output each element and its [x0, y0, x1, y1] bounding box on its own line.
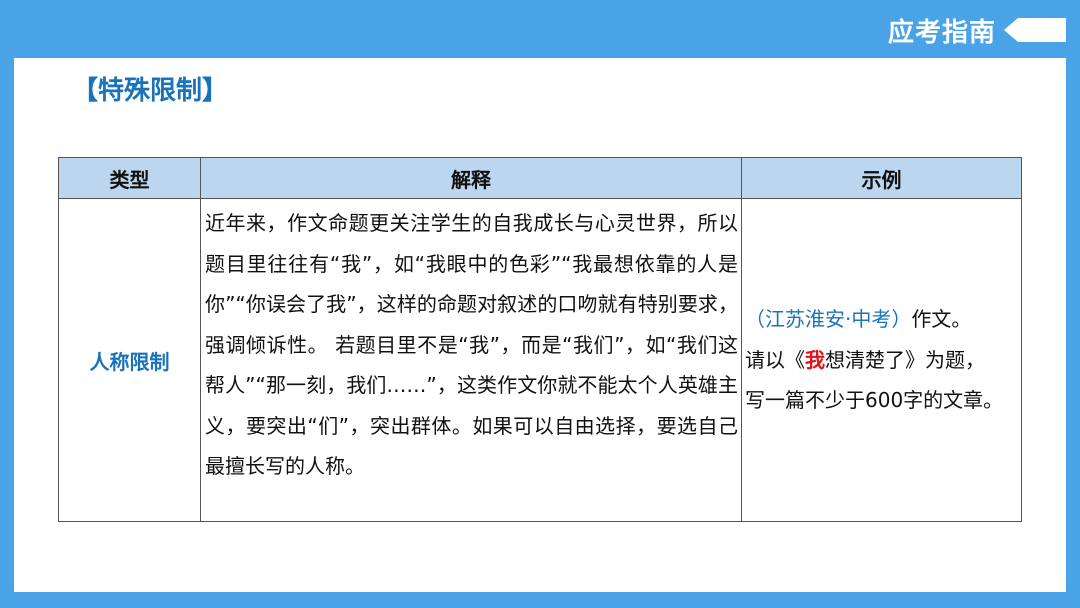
example-line-2: 请以《我想清楚了》为题，	[745, 340, 1019, 381]
example-line1-rest: 作文。	[911, 307, 972, 332]
example-line2-prefix: 请以《	[745, 347, 805, 372]
example-source: （江苏淮安·中考）	[745, 307, 912, 332]
header-bar: 应考指南	[0, 0, 1080, 58]
section-title: 【特殊限制】	[72, 76, 229, 106]
example-line-3: 写一篇不少于600字的文章。	[745, 388, 1004, 413]
arrow-tab-icon	[1004, 18, 1066, 42]
brand-label: 应考指南	[887, 18, 996, 48]
table-header-row: 类型 解释 示例	[58, 157, 1022, 199]
header-example: 示例	[741, 157, 1022, 199]
example-line2-suffix: 想清楚了》为题，	[825, 347, 985, 372]
explanation-cell: 近年来，作文命题更关注学生的自我成长与心灵世界，所以题目里往往有“我”，如“我眼…	[200, 198, 742, 522]
example-line-1: （江苏淮安·中考）作文。	[745, 299, 1019, 340]
example-cell: （江苏淮安·中考）作文。 请以《我想清楚了》为题， 写一篇不少于600字的文章。	[741, 198, 1022, 522]
example-highlight-word: 我	[805, 347, 825, 372]
header-type: 类型	[58, 157, 201, 199]
content-panel: 【特殊限制】 类型 解释 示例 人称限制 近年来，作文命题更关注学生的自我成长与…	[14, 58, 1066, 592]
type-cell: 人称限制	[58, 198, 201, 522]
header-explanation: 解释	[200, 157, 742, 199]
table-row: 人称限制 近年来，作文命题更关注学生的自我成长与心灵世界，所以题目里往往有“我”…	[58, 198, 1022, 522]
guide-table: 类型 解释 示例 人称限制 近年来，作文命题更关注学生的自我成长与心灵世界，所以…	[58, 157, 1022, 522]
